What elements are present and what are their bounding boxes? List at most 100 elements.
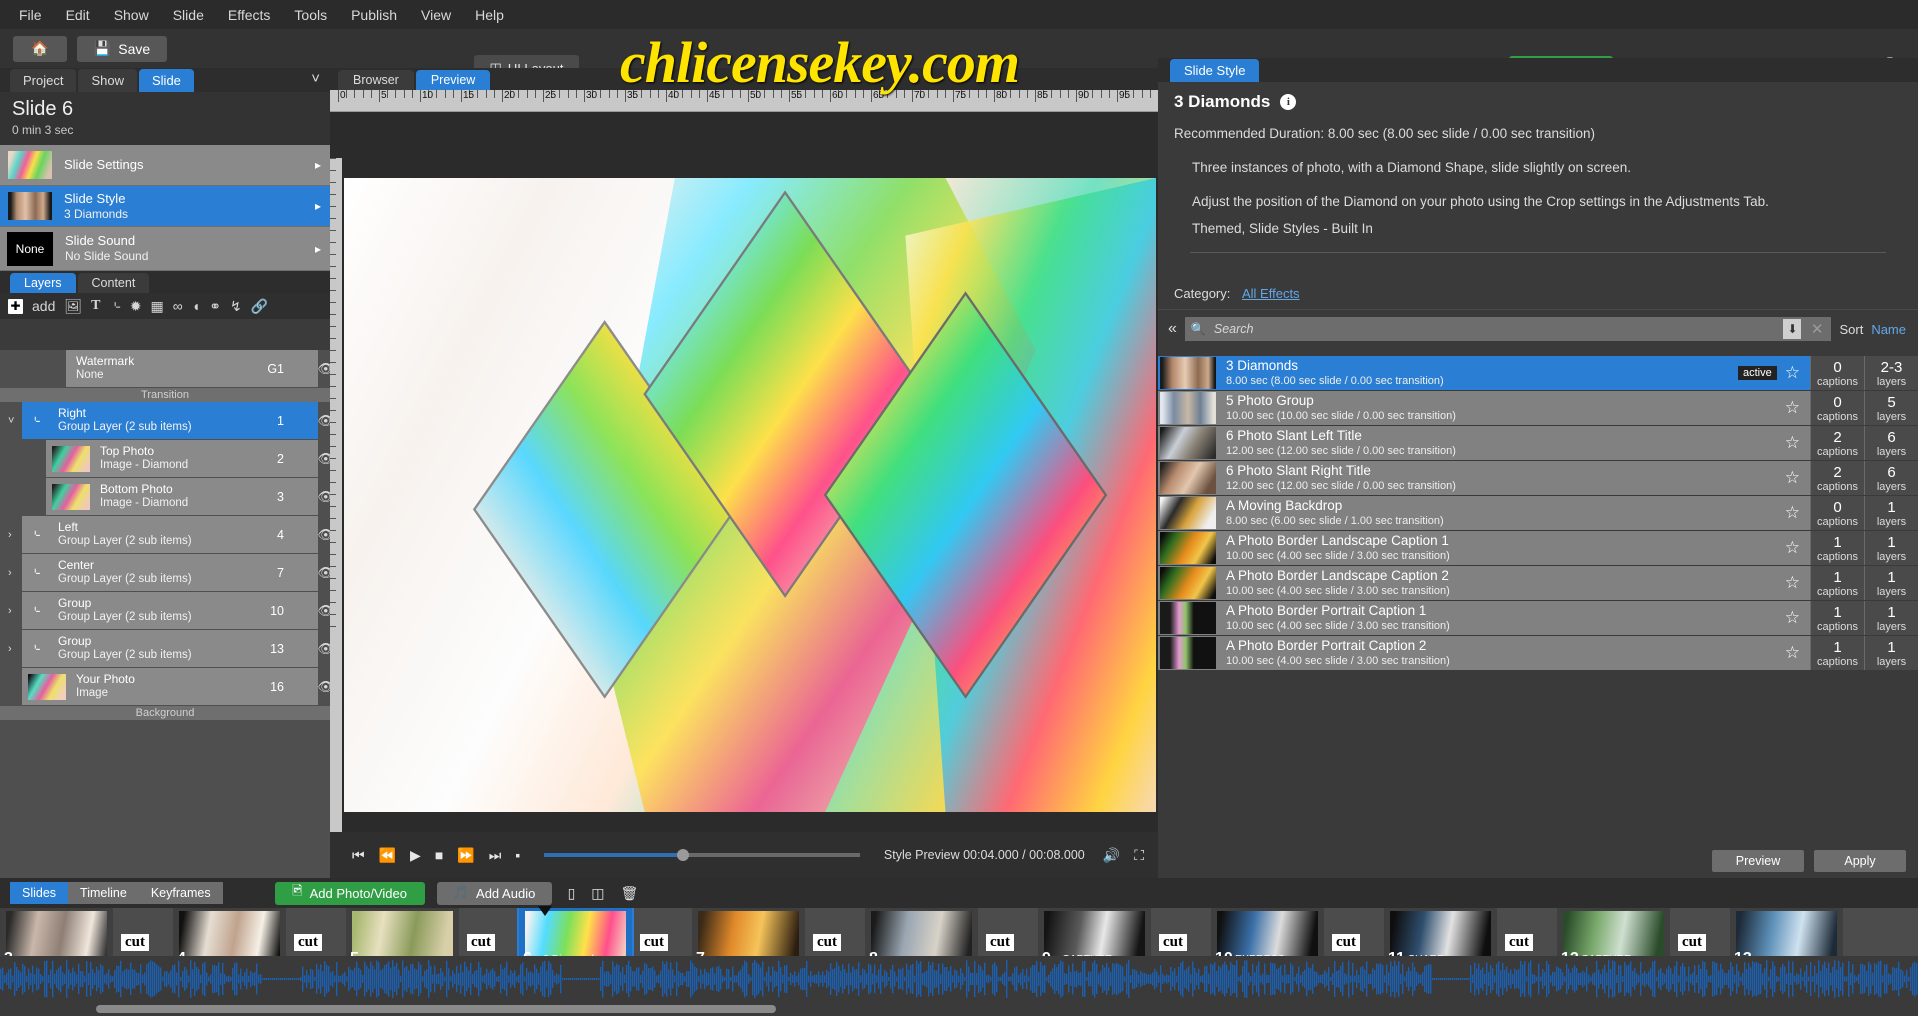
style-list[interactable]: 3 Diamonds8.00 sec (8.00 sec slide / 0.0… xyxy=(1158,356,1918,836)
favorite-star-icon[interactable]: ☆ xyxy=(1785,468,1800,488)
tab-preview[interactable]: Preview xyxy=(416,70,490,90)
fullscreen-icon[interactable]: ⛶ xyxy=(1134,847,1144,864)
split-pane-icon[interactable]: ◫ xyxy=(591,885,604,902)
collapse-left-icon[interactable]: « xyxy=(1168,320,1177,338)
transition-type-label[interactable]: cut xyxy=(1505,934,1533,951)
slide-sound-row[interactable]: None Slide Sound No Slide Sound ▸ xyxy=(0,227,330,271)
save-button[interactable]: 💾 Save xyxy=(77,36,167,62)
apply-button[interactable]: Apply xyxy=(1814,850,1906,872)
layer-row-top-photo[interactable]: Top Photo Image - Diamond 2 👁 xyxy=(46,440,318,477)
tab-slide[interactable]: Slide xyxy=(139,69,194,92)
tab-layers[interactable]: Layers xyxy=(10,273,76,293)
expander-icon[interactable]: › xyxy=(8,567,12,579)
transition-type-label[interactable]: cut xyxy=(121,934,149,951)
add-layer-label[interactable]: add xyxy=(32,298,55,314)
expander-icon[interactable]: › xyxy=(8,605,12,617)
preview-button[interactable]: Preview xyxy=(1712,850,1804,872)
rewind-icon[interactable]: ⏪ xyxy=(379,847,396,864)
style-list-item[interactable]: 5 Photo Group10.00 sec (10.00 sec slide … xyxy=(1158,391,1918,425)
visibility-eye-icon[interactable]: 👁 xyxy=(317,489,330,505)
add-audio-button[interactable]: 🎵 Add Audio xyxy=(437,882,552,905)
skip-start-icon[interactable]: ⏮ xyxy=(352,847,365,864)
menu-edit[interactable]: Edit xyxy=(55,4,101,26)
favorite-star-icon[interactable]: ☆ xyxy=(1785,573,1800,593)
scrollbar-thumb[interactable] xyxy=(96,1005,776,1013)
favorite-star-icon[interactable]: ☆ xyxy=(1785,608,1800,628)
preview-canvas[interactable] xyxy=(344,178,1156,812)
tab-browser[interactable]: Browser xyxy=(338,70,414,90)
horizontal-scrollbar[interactable] xyxy=(0,1002,1918,1016)
style-list-item[interactable]: A Photo Border Landscape Caption 210.00 … xyxy=(1158,566,1918,600)
download-icon[interactable]: ⬇ xyxy=(1783,319,1801,339)
tab-content[interactable]: Content xyxy=(78,273,150,293)
transition-type-label[interactable]: cut xyxy=(986,934,1014,951)
visibility-eye-icon[interactable]: 👁 xyxy=(317,565,330,581)
expander-icon[interactable]: › xyxy=(8,529,12,541)
transition-type-label[interactable]: cut xyxy=(813,934,841,951)
add-layer-icon[interactable]: ✚ xyxy=(8,299,23,314)
menu-file[interactable]: File xyxy=(8,4,53,26)
transition-type-label[interactable]: cut xyxy=(640,934,668,951)
single-pane-icon[interactable]: ▯ xyxy=(568,885,576,902)
visibility-eye-icon[interactable]: 👁 xyxy=(317,603,330,619)
transition-type-label[interactable]: cut xyxy=(467,934,495,951)
layer-row-left[interactable]: › ⌎ Left Group Layer (2 sub items) 4 👁 xyxy=(22,516,318,553)
layer-row-watermark[interactable]: Watermark None G1 👁 xyxy=(66,350,318,387)
transition-type-label[interactable]: cut xyxy=(1332,934,1360,951)
layers-list[interactable]: Watermark None G1 👁 Transition ˅ ⌎ Right… xyxy=(0,350,330,878)
mark-icon[interactable]: ▪ xyxy=(515,847,520,863)
image-icon[interactable]: 🖼 xyxy=(64,298,82,315)
layer-row-your-photo[interactable]: Your Photo Image 16 👁 xyxy=(22,668,318,705)
slide-settings-row[interactable]: Slide Settings ▸ xyxy=(0,145,330,186)
menu-slide[interactable]: Slide xyxy=(162,4,215,26)
clear-icon[interactable]: ✕ xyxy=(1811,320,1824,338)
home-button[interactable]: 🏠 xyxy=(13,36,67,62)
favorite-star-icon[interactable]: ☆ xyxy=(1785,538,1800,558)
info-icon[interactable]: i xyxy=(1280,94,1296,110)
attach-icon[interactable]: 🔗 xyxy=(251,298,268,315)
category-value[interactable]: All Effects xyxy=(1242,286,1300,301)
play-icon[interactable]: ▶ xyxy=(410,847,421,864)
visibility-eye-icon[interactable]: 👁 xyxy=(317,527,330,543)
menu-view[interactable]: View xyxy=(410,4,462,26)
visibility-eye-icon[interactable]: 👁 xyxy=(317,413,330,429)
menu-publish[interactable]: Publish xyxy=(340,4,408,26)
blend-icon[interactable]: ⚭ xyxy=(209,298,221,315)
transition-type-label[interactable]: cut xyxy=(294,934,322,951)
preview-stage[interactable] xyxy=(342,158,1158,832)
visibility-eye-icon[interactable]: 👁 xyxy=(317,679,330,695)
tab-project[interactable]: Project xyxy=(10,69,76,92)
style-list-item[interactable]: 3 Diamonds8.00 sec (8.00 sec slide / 0.0… xyxy=(1158,356,1918,390)
tab-keyframes[interactable]: Keyframes xyxy=(139,882,223,904)
stop-icon[interactable]: ■ xyxy=(435,847,443,863)
tab-timeline[interactable]: Timeline xyxy=(68,882,139,904)
menu-tools[interactable]: Tools xyxy=(283,4,338,26)
layer-row-bottom-photo[interactable]: Bottom Photo Image - Diamond 3 👁 xyxy=(46,478,318,515)
text-icon[interactable]: T xyxy=(91,298,100,314)
layer-row-center[interactable]: › ⌎ Center Group Layer (2 sub items) 7 👁 xyxy=(22,554,318,591)
tab-slide-style[interactable]: Slide Style xyxy=(1170,59,1259,82)
style-list-item[interactable]: A Photo Border Landscape Caption 110.00 … xyxy=(1158,531,1918,565)
layer-row-group-1[interactable]: › ⌎ Group Group Layer (2 sub items) 10 👁 xyxy=(22,592,318,629)
transition-type-label[interactable]: cut xyxy=(1678,934,1706,951)
favorite-star-icon[interactable]: ☆ xyxy=(1785,503,1800,523)
expander-icon[interactable]: ˅ xyxy=(8,415,14,427)
search-input[interactable]: 🔍 Search ⬇ ✕ xyxy=(1185,317,1832,341)
sort-value[interactable]: Name xyxy=(1871,322,1906,337)
scrubber-handle[interactable] xyxy=(677,849,689,861)
grid-icon[interactable]: ▦ xyxy=(151,298,164,315)
menu-effects[interactable]: Effects xyxy=(217,4,282,26)
style-list-item[interactable]: A Photo Border Portrait Caption 210.00 s… xyxy=(1158,636,1918,670)
skip-end-icon[interactable]: ⏭ xyxy=(489,847,502,864)
tab-show[interactable]: Show xyxy=(78,69,137,92)
layer-row-right[interactable]: ˅ ⌎ Right Group Layer (2 sub items) 1 👁 xyxy=(22,402,318,439)
volume-icon[interactable]: 🔊 xyxy=(1103,847,1120,864)
expander-icon[interactable]: › xyxy=(8,643,12,655)
visibility-eye-icon[interactable]: 👁 xyxy=(317,361,330,377)
style-list-item[interactable]: 6 Photo Slant Right Title12.00 sec (12.0… xyxy=(1158,461,1918,495)
menu-show[interactable]: Show xyxy=(103,4,160,26)
slide-style-row[interactable]: Slide Style 3 Diamonds ▸ xyxy=(0,186,330,227)
favorite-star-icon[interactable]: ☆ xyxy=(1785,433,1800,453)
favorite-star-icon[interactable]: ☆ xyxy=(1785,643,1800,663)
favorite-star-icon[interactable]: ☆ xyxy=(1785,398,1800,418)
